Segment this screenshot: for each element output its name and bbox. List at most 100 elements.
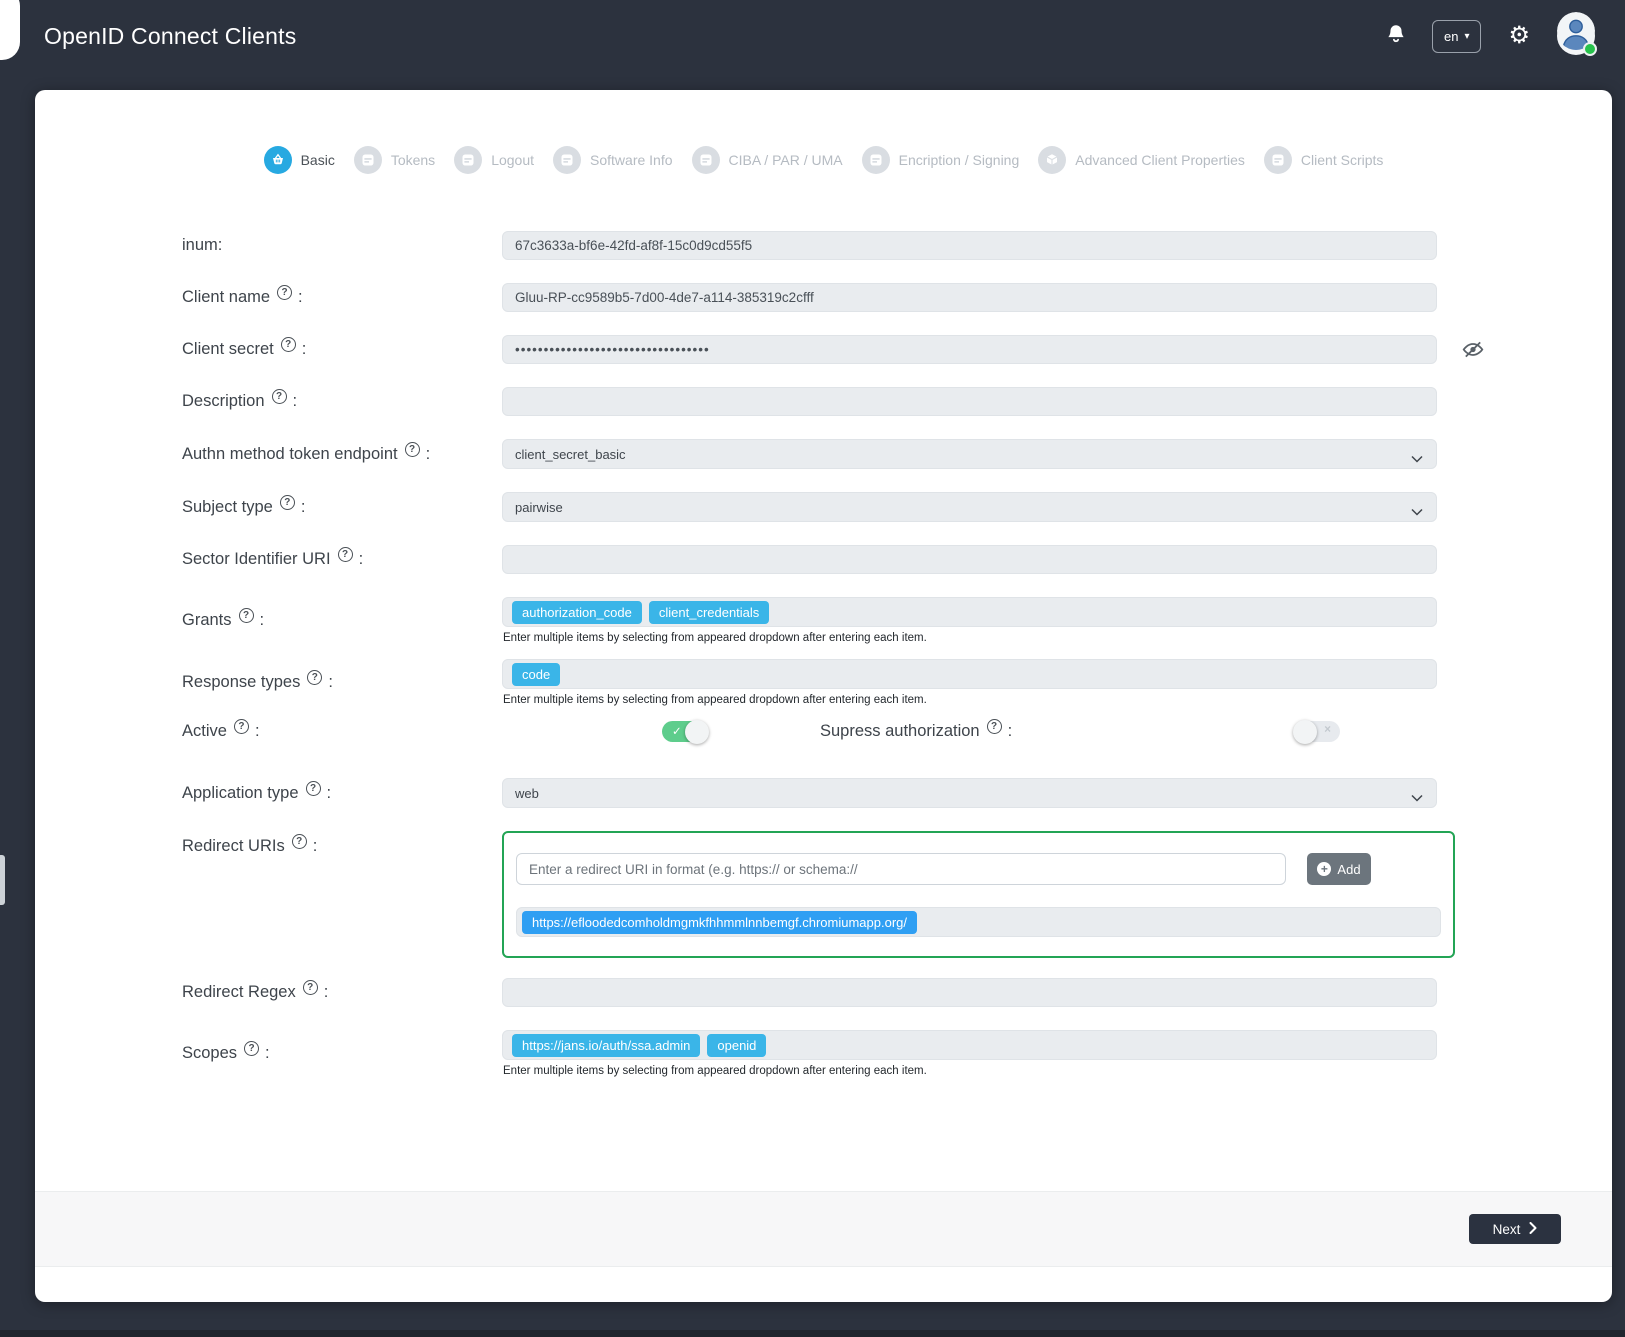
grant-tag[interactable]: client_credentials (649, 601, 769, 624)
sector-identifier-uri-input[interactable] (502, 545, 1437, 574)
wizard-step-tokens[interactable]: Tokens (354, 146, 435, 174)
subject-type-select[interactable]: pairwise (502, 492, 1437, 522)
multi-item-hint: Enter multiple items by selecting from a… (503, 694, 1437, 706)
online-status-dot (1583, 42, 1597, 56)
basket-icon (264, 146, 292, 174)
wizard-step-basic[interactable]: Basic (264, 146, 335, 174)
wizard-steps: Basic Tokens Logout Software Info CIBA /… (35, 90, 1612, 174)
client-secret-label: Client secret ? : (182, 340, 502, 359)
redirect-uris-tag-input[interactable]: https://efloodedcomholdmgmkfhhmmlnnbemgf… (516, 907, 1441, 937)
active-label: Active ? : (182, 722, 502, 741)
card-icon (354, 146, 382, 174)
next-button[interactable]: Next (1469, 1214, 1561, 1244)
field-row-grants: Grants ? : authorization_code client_cre… (182, 597, 1612, 644)
wizard-step-advanced-client-properties[interactable]: Advanced Client Properties (1038, 146, 1245, 174)
chevron-right-icon (1529, 1222, 1537, 1237)
help-icon[interactable]: ? (405, 442, 420, 457)
cross-icon: × (1324, 724, 1331, 736)
client-name-input[interactable] (502, 283, 1437, 312)
subject-type-label: Subject type ? : (182, 498, 502, 517)
authn-method-select[interactable]: client_secret_basic (502, 439, 1437, 469)
supress-authorization-toggle[interactable]: × (1294, 721, 1340, 742)
scope-tag[interactable]: https://jans.io/auth/ssa.admin (512, 1034, 700, 1057)
client-secret-input[interactable] (502, 335, 1437, 364)
redirect-uris-panel: + Add https://efloodedcomholdmgmkfhhmmln… (502, 831, 1455, 958)
help-icon[interactable]: ? (239, 608, 254, 623)
wizard-step-label: Logout (491, 152, 534, 168)
chevron-down-icon (1411, 451, 1423, 466)
wizard-step-label: Client Scripts (1301, 152, 1383, 168)
help-icon[interactable]: ? (303, 980, 318, 995)
response-types-label: Response types ? : (182, 673, 502, 692)
help-icon[interactable]: ? (280, 495, 295, 510)
help-icon[interactable]: ? (281, 337, 296, 352)
notifications-button[interactable] (1387, 24, 1405, 48)
help-icon[interactable]: ? (306, 781, 321, 796)
basic-form: inum: Client name ? : Client secret ? : (35, 231, 1612, 1077)
help-icon[interactable]: ? (272, 389, 287, 404)
redirect-regex-input[interactable] (502, 978, 1437, 1007)
wizard-step-client-scripts[interactable]: Client Scripts (1264, 146, 1383, 174)
help-icon[interactable]: ? (292, 834, 307, 849)
scope-tag[interactable]: openid (707, 1034, 766, 1057)
help-icon[interactable]: ? (277, 285, 292, 300)
inum-label: inum: (182, 236, 502, 255)
card-icon (1264, 146, 1292, 174)
multi-item-hint: Enter multiple items by selecting from a… (503, 1065, 1437, 1077)
wizard-step-logout[interactable]: Logout (454, 146, 534, 174)
authn-method-label: Authn method token endpoint ? : (182, 445, 502, 464)
help-icon[interactable]: ? (244, 1041, 259, 1056)
field-row-redirect-regex: Redirect Regex ? : (182, 978, 1612, 1007)
user-avatar[interactable] (1557, 17, 1595, 55)
redirect-regex-label: Redirect Regex ? : (182, 983, 502, 1002)
field-row-subject-type: Subject type ? : pairwise (182, 492, 1612, 522)
card-icon (862, 146, 890, 174)
sector-identifier-uri-label: Sector Identifier URI ? : (182, 550, 502, 569)
settings-button[interactable]: ⚙ (1508, 24, 1530, 48)
field-row-inum: inum: (182, 231, 1612, 260)
field-row-authn-method: Authn method token endpoint ? : client_s… (182, 439, 1612, 469)
response-types-tag-input[interactable]: code (502, 659, 1437, 689)
scopes-tag-input[interactable]: https://jans.io/auth/ssa.admin openid (502, 1030, 1437, 1060)
chevron-down-icon (1411, 504, 1423, 519)
bell-icon (1387, 24, 1405, 48)
page-title: OpenID Connect Clients (44, 23, 1387, 50)
app-header: OpenID Connect Clients en ▾ ⚙ (0, 0, 1625, 72)
toggle-knob (685, 720, 709, 744)
wizard-step-ciba-par-uma[interactable]: CIBA / PAR / UMA (692, 146, 843, 174)
form-footer: Next (35, 1191, 1612, 1267)
help-icon[interactable]: ? (234, 719, 249, 734)
toggle-secret-visibility-button[interactable] (1462, 340, 1484, 362)
language-selector[interactable]: en ▾ (1432, 20, 1482, 53)
caret-down-icon: ▾ (1464, 31, 1469, 42)
field-row-response-types: Response types ? : code Enter multiple i… (182, 659, 1612, 706)
application-type-select[interactable]: web (502, 778, 1437, 808)
grants-tag-input[interactable]: authorization_code client_credentials (502, 597, 1437, 627)
language-label: en (1444, 29, 1458, 44)
field-row-client-name: Client name ? : (182, 283, 1612, 312)
description-input[interactable] (502, 387, 1437, 416)
wizard-step-encription-signing[interactable]: Encription / Signing (862, 146, 1020, 174)
wizard-step-software-info[interactable]: Software Info (553, 146, 673, 174)
redirect-uri-input[interactable] (516, 853, 1286, 885)
header-actions: en ▾ ⚙ (1387, 17, 1595, 55)
help-icon[interactable]: ? (987, 719, 1002, 734)
wizard-step-label: CIBA / PAR / UMA (729, 152, 843, 168)
card-icon (692, 146, 720, 174)
grant-tag[interactable]: authorization_code (512, 601, 642, 624)
help-icon[interactable]: ? (307, 670, 322, 685)
help-icon[interactable]: ? (338, 547, 353, 562)
inum-input[interactable] (502, 231, 1437, 260)
card-icon (454, 146, 482, 174)
field-row-application-type: Application type ? : web (182, 778, 1612, 808)
scopes-label: Scopes ? : (182, 1044, 502, 1063)
redirect-uri-tag[interactable]: https://efloodedcomholdmgmkfhhmmlnnbemgf… (522, 911, 917, 934)
field-row-sector-identifier-uri: Sector Identifier URI ? : (182, 545, 1612, 574)
response-type-tag[interactable]: code (512, 663, 560, 686)
window-bottom-edge (0, 1330, 1625, 1337)
left-edge-sliver (0, 855, 5, 905)
field-row-client-secret: Client secret ? : (182, 335, 1612, 364)
supress-authorization-label: Supress authorization ? : (820, 722, 1012, 741)
add-redirect-uri-button[interactable]: + Add (1307, 853, 1371, 885)
active-toggle[interactable]: ✓ (662, 721, 708, 742)
